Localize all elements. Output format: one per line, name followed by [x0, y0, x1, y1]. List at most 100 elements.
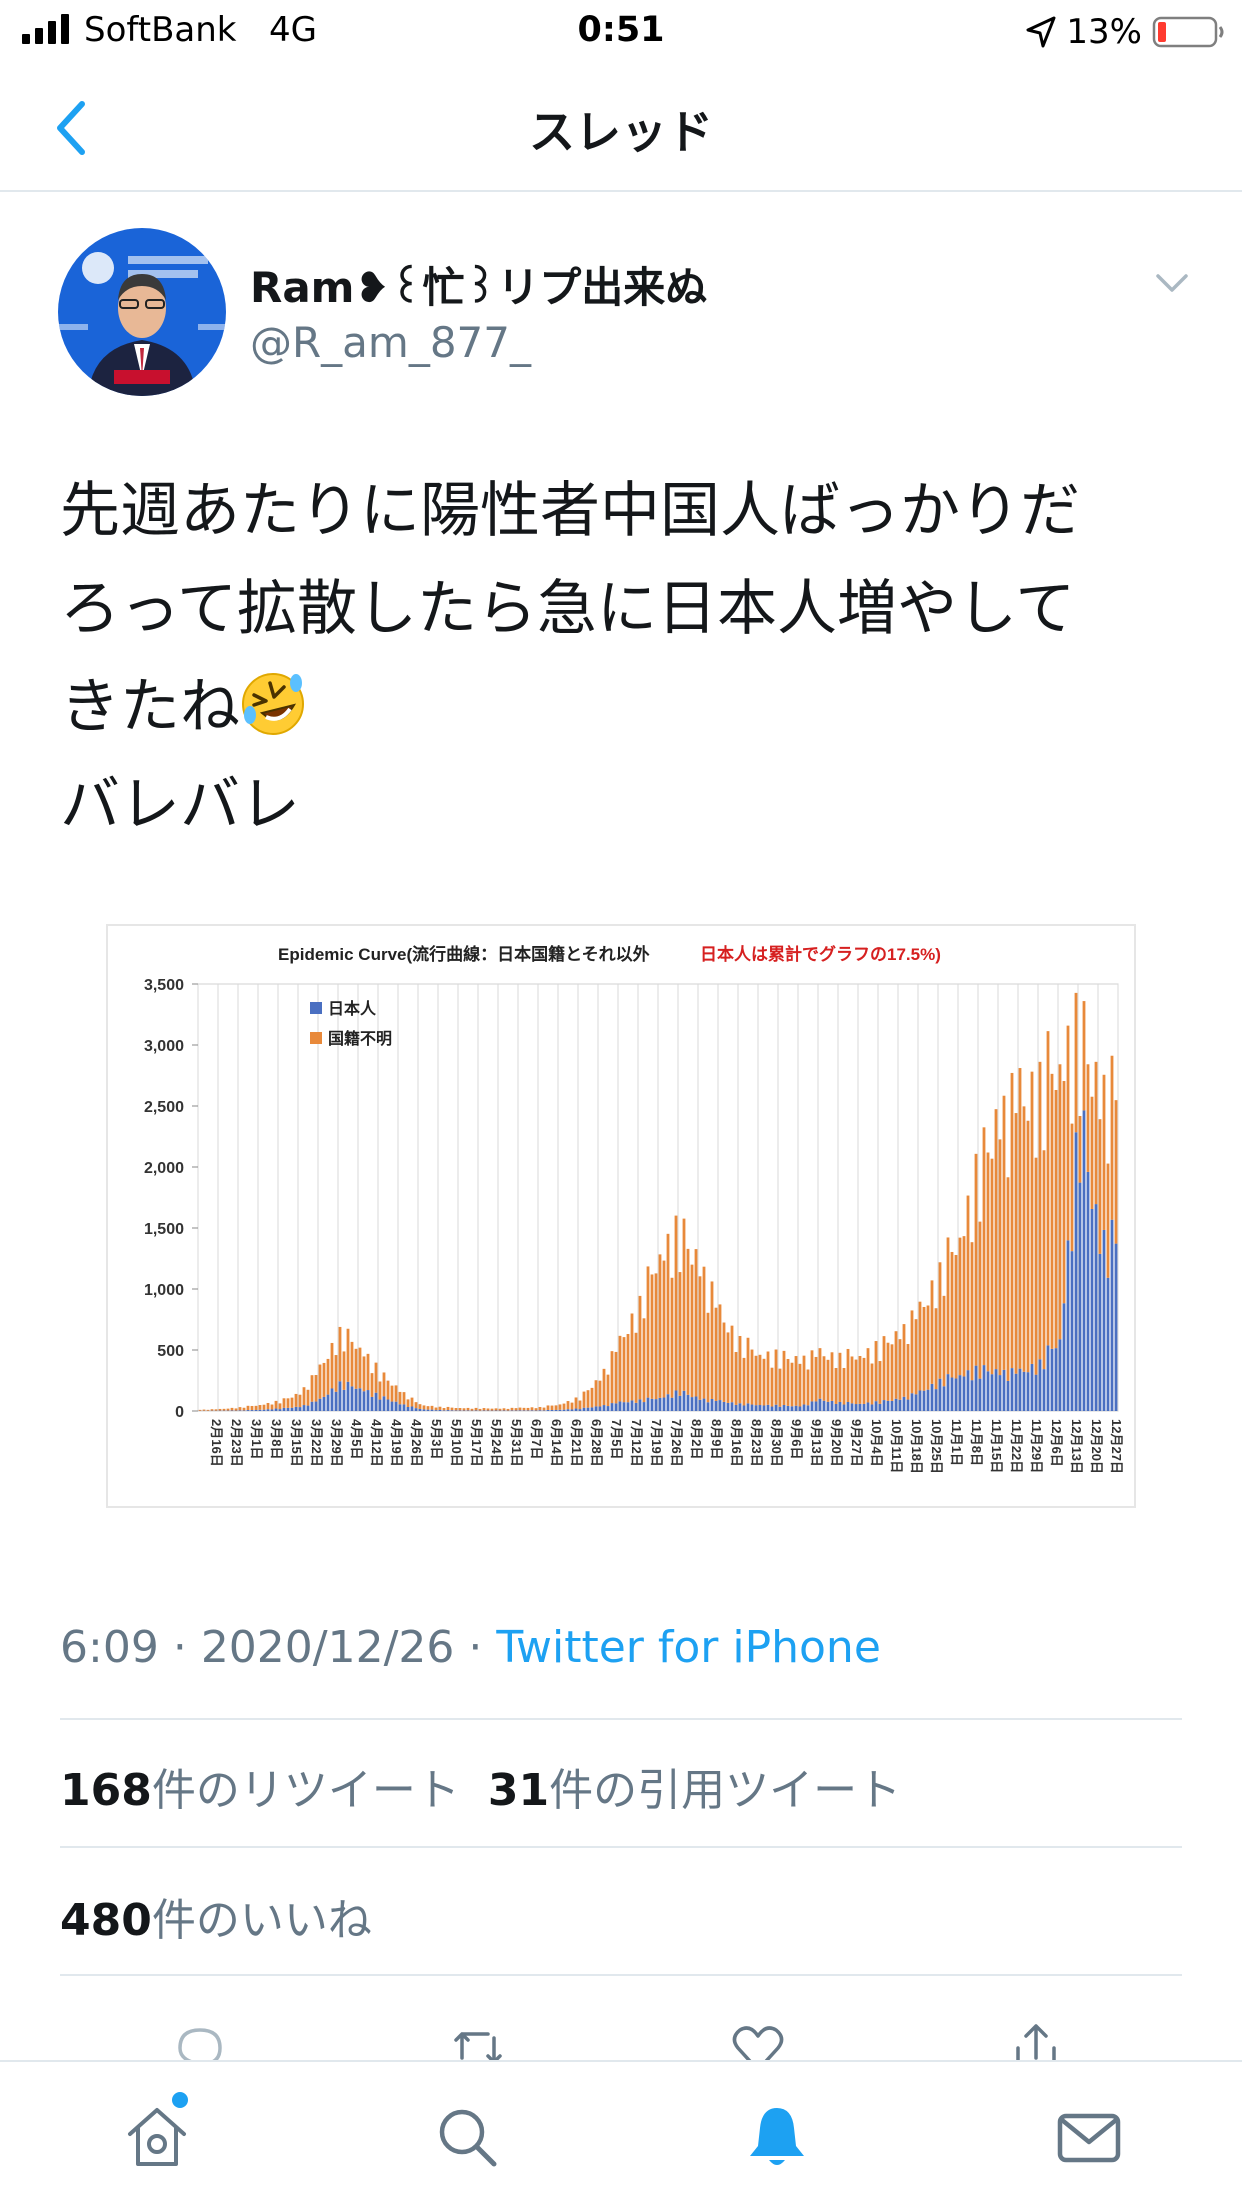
bar-unknown	[390, 1385, 394, 1402]
bar-unknown	[930, 1280, 934, 1384]
bar-unknown	[910, 1310, 914, 1394]
bar-unknown	[754, 1355, 758, 1406]
home-icon[interactable]	[122, 2102, 192, 2172]
bar-unknown	[906, 1344, 910, 1400]
bar-japanese	[598, 1406, 602, 1411]
bar-unknown	[250, 1405, 254, 1411]
bar-japanese	[898, 1399, 902, 1411]
bar-unknown	[386, 1380, 390, 1400]
x-tick-label: 6月28日	[589, 1419, 604, 1467]
bar-japanese	[858, 1403, 862, 1411]
bar-unknown	[1074, 992, 1078, 1133]
bar-japanese	[342, 1389, 346, 1411]
bar-japanese	[466, 1410, 470, 1411]
y-tick-label: 1,000	[144, 1282, 184, 1299]
bar-unknown	[298, 1394, 302, 1408]
bar-unknown	[274, 1400, 278, 1409]
bar-japanese	[978, 1378, 982, 1411]
bar-japanese	[1074, 1132, 1078, 1411]
bar-unknown	[550, 1405, 554, 1410]
tweet-source-link[interactable]: Twitter for iPhone	[496, 1622, 880, 1673]
bar-japanese	[602, 1405, 606, 1411]
rolling-on-floor-laughing-icon	[242, 673, 304, 735]
like-stats[interactable]: 480件のいいね	[60, 1884, 372, 1948]
chevron-down-icon[interactable]	[1152, 262, 1192, 302]
tweet-image-chart[interactable]: 3,500 3,000 2,500 2,000 1,500 1,000 500 0 2月16日 2…	[106, 924, 1136, 1508]
x-tick-label: 10月11日	[889, 1419, 904, 1473]
chart-title-note: 日本人は累計でグラフの17.5%)	[700, 944, 941, 964]
bar-japanese	[1110, 1219, 1114, 1411]
bar-japanese	[298, 1407, 302, 1411]
x-tick-label: 8月2日	[689, 1419, 704, 1459]
bar-japanese	[650, 1398, 654, 1411]
retweet-icon[interactable]	[448, 2018, 508, 2060]
bar-unknown	[670, 1277, 674, 1398]
bar-unknown	[802, 1355, 806, 1405]
bar-japanese	[374, 1392, 378, 1411]
bar-japanese	[1102, 1229, 1106, 1411]
bar-japanese	[302, 1405, 306, 1411]
bar-unknown	[350, 1341, 354, 1387]
bar-unknown	[922, 1306, 926, 1391]
bar-unknown	[382, 1372, 386, 1397]
bar-unknown	[314, 1375, 318, 1402]
bar-japanese	[350, 1386, 354, 1411]
legend-swatch-japanese	[310, 1002, 322, 1014]
bar-japanese	[642, 1402, 646, 1411]
meta-separator: ·	[468, 1622, 483, 1673]
nav-bar: スレッド	[0, 62, 1242, 192]
x-tick-label: 9月13日	[809, 1419, 824, 1467]
bar-japanese	[634, 1402, 638, 1411]
retweet-stats[interactable]: 168件のリツイート 31件の引用ツイート	[60, 1754, 901, 1818]
display-name[interactable]: Ram❥꒰忙꒱リプ出来ぬ	[250, 254, 707, 315]
bar-japanese	[746, 1403, 750, 1411]
bar-japanese	[606, 1406, 610, 1411]
x-tick-label: 8月23日	[749, 1419, 764, 1467]
bar-japanese	[242, 1410, 246, 1411]
bar-japanese	[910, 1393, 914, 1411]
bar-unknown	[742, 1357, 746, 1406]
messages-mail-icon[interactable]	[1054, 2102, 1124, 2172]
search-icon[interactable]	[432, 2102, 502, 2172]
bar-japanese	[566, 1409, 570, 1411]
bar-japanese	[450, 1410, 454, 1411]
bar-unknown	[506, 1408, 510, 1411]
bar-japanese	[854, 1404, 858, 1411]
like-icon[interactable]	[728, 2018, 788, 2060]
bar-unknown	[1010, 1072, 1014, 1369]
bar-japanese	[626, 1402, 630, 1411]
bar-unknown	[450, 1407, 454, 1411]
bar-unknown	[926, 1305, 930, 1390]
bar-japanese	[850, 1403, 854, 1411]
bar-unknown	[694, 1249, 698, 1397]
notifications-bell-icon[interactable]	[742, 2102, 812, 2172]
battery-percent: 13%	[1066, 12, 1142, 52]
bar-japanese	[1114, 1243, 1118, 1411]
bar-japanese	[738, 1403, 742, 1411]
x-tick-label: 5月17日	[469, 1419, 484, 1467]
chart-title: Epidemic Curve(流行曲線：日本国籍とそれ以外	[278, 944, 650, 964]
bar-japanese	[822, 1400, 826, 1411]
bar-unknown	[206, 1409, 210, 1411]
bar-japanese	[274, 1408, 278, 1411]
bar-unknown	[986, 1152, 990, 1372]
bar-unknown	[394, 1385, 398, 1402]
bar-unknown	[398, 1391, 402, 1405]
bar-unknown	[682, 1218, 686, 1391]
bar-japanese	[766, 1404, 770, 1411]
avatar-photo	[58, 228, 226, 396]
bar-unknown	[818, 1348, 822, 1399]
bar-japanese	[986, 1371, 990, 1411]
x-tick-label: 2月23日	[229, 1419, 244, 1467]
user-handle[interactable]: @R_am_877_	[250, 318, 531, 367]
bar-unknown	[626, 1334, 630, 1403]
bar-japanese	[770, 1406, 774, 1411]
reply-icon[interactable]	[170, 2018, 230, 2060]
bar-unknown	[310, 1375, 314, 1402]
bar-japanese	[998, 1375, 1002, 1411]
bar-unknown	[902, 1324, 906, 1397]
avatar[interactable]	[58, 228, 226, 396]
share-icon[interactable]	[1006, 2018, 1066, 2060]
x-tick-label: 11月8日	[969, 1419, 984, 1466]
bar-unknown	[838, 1352, 842, 1402]
